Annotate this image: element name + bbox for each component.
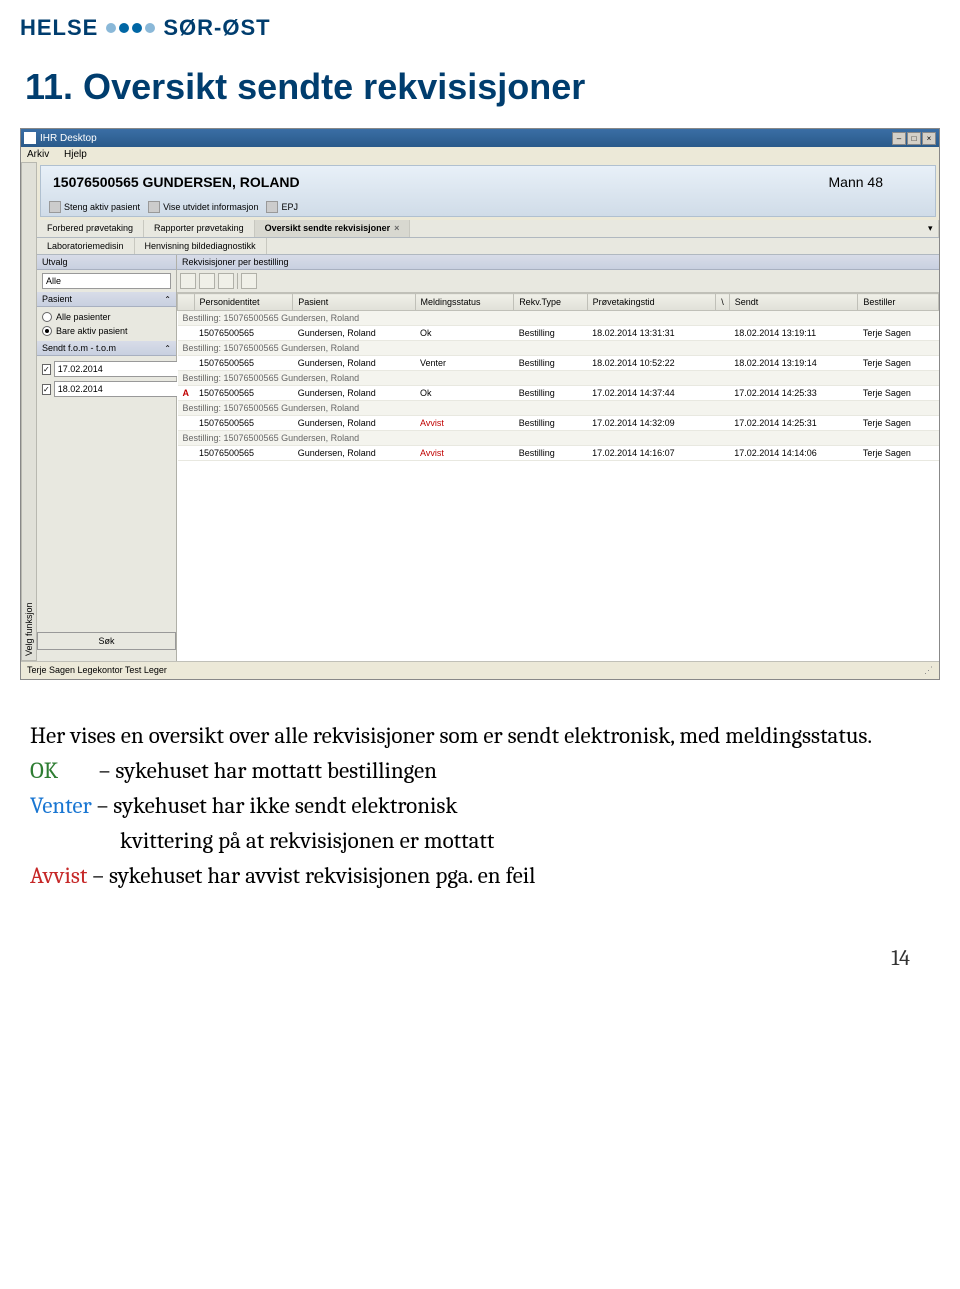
col-pasient[interactable]: Pasient (293, 294, 415, 311)
table-row[interactable]: 15076500565Gundersen, RolandAvvistBestil… (178, 446, 939, 461)
vis-utvidet-info-button[interactable]: Vise utvidet informasjon (148, 201, 258, 213)
sok-button[interactable]: Søk (37, 632, 176, 650)
logo-text-1: HELSE (20, 15, 98, 41)
pasient-header[interactable]: Pasient⌃ (37, 292, 176, 307)
alert-icon: A (178, 386, 195, 401)
minimize-button[interactable]: – (892, 132, 906, 145)
page-title: 11. Oversikt sendte rekvisisjoner (0, 51, 960, 128)
radio-icon (42, 326, 52, 336)
table-row[interactable]: A15076500565Gundersen, RolandOkBestillin… (178, 386, 939, 401)
table-group-row[interactable]: Bestilling: 15076500565 Gundersen, Rolan… (178, 401, 939, 416)
close-button[interactable]: × (922, 132, 936, 145)
body-venter-line2: kvittering på at rekvisisjonen er mottat… (30, 825, 930, 856)
patient-info: Mann 48 (829, 174, 923, 190)
tab-rapporter[interactable]: Rapporter prøvetaking (144, 220, 255, 237)
status-avvist-label: Avvist (30, 862, 87, 889)
col-sort-indicator[interactable]: \ (716, 294, 730, 311)
window-titlebar: IHR Desktop – □ × (21, 129, 939, 147)
table-area: Rekvisisjoner per bestilling Personident… (177, 255, 939, 661)
window-title: IHR Desktop (40, 133, 97, 144)
status-text: Terje Sagen Legekontor Test Leger (27, 665, 167, 676)
collapse-icon: ⌃ (164, 344, 171, 353)
undo-icon (49, 201, 61, 213)
menu-arkiv[interactable]: Arkiv (27, 149, 49, 160)
date-to-checkbox[interactable]: ✓ (42, 384, 51, 395)
col-meldingsstatus[interactable]: Meldingsstatus (415, 294, 514, 311)
table-row[interactable]: 15076500565Gundersen, RolandAvvistBestil… (178, 416, 939, 431)
tab-lab[interactable]: Laboratoriemedisin (37, 238, 135, 254)
col-provetakingstid[interactable]: Prøvetakingstid (587, 294, 716, 311)
sendt-header[interactable]: Sendt f.o.m - t.o.m⌃ (37, 341, 176, 356)
steng-aktiv-pasient-button[interactable]: Steng aktiv pasient (49, 201, 140, 213)
body-ok-line: OK – sykehuset har mottatt bestillingen (30, 755, 930, 786)
table-row[interactable]: 15076500565Gundersen, RolandVenterBestil… (178, 356, 939, 371)
expand-icon[interactable] (241, 273, 257, 289)
tab-henvisning[interactable]: Henvisning bildediagnostikk (135, 238, 267, 254)
menu-hjelp[interactable]: Hjelp (64, 149, 87, 160)
refresh-icon[interactable] (180, 273, 196, 289)
table-section-header: Rekvisisjoner per bestilling (177, 255, 939, 270)
date-to-input[interactable] (54, 381, 179, 397)
tab-oversikt[interactable]: Oversikt sendte rekvisisjoner× (255, 220, 411, 237)
utvalg-input[interactable] (42, 273, 171, 289)
table-group-row[interactable]: Bestilling: 15076500565 Gundersen, Rolan… (178, 311, 939, 326)
patient-header: 15076500565 GUNDERSEN, ROLAND Mann 48 (41, 166, 935, 198)
patient-id-name: 15076500565 GUNDERSEN, ROLAND (53, 174, 300, 190)
status-venter-label: Venter (30, 792, 92, 819)
table-toolbar (177, 270, 939, 293)
close-icon[interactable]: × (394, 223, 399, 233)
logo-text-2: SØR-ØST (163, 15, 270, 41)
app-icon (24, 132, 36, 144)
col-sendt[interactable]: Sendt (729, 294, 858, 311)
brand-logo: HELSE SØR-ØST (0, 0, 960, 51)
radio-bare-aktiv[interactable]: Bare aktiv pasient (42, 324, 171, 338)
filter-sidebar: Utvalg Pasient⌃ Alle pasienter Bare akti… (37, 255, 177, 661)
body-avvist-line: Avvist – sykehuset har avvist rekvisisjo… (30, 860, 930, 891)
radio-alle-pasienter[interactable]: Alle pasienter (42, 310, 171, 324)
date-from-checkbox[interactable]: ✓ (42, 364, 51, 375)
col-personid[interactable]: Personidentitet (194, 294, 293, 311)
app-window: IHR Desktop – □ × Arkiv Hjelp Velg funks… (20, 128, 940, 680)
table-group-row[interactable]: Bestilling: 15076500565 Gundersen, Rolan… (178, 341, 939, 356)
col-rekvtype[interactable]: Rekv.Type (514, 294, 587, 311)
body-text: Her vises en oversikt over alle rekvisis… (0, 680, 960, 915)
vertical-tab-velg-funksjon[interactable]: Velg funksjon (21, 162, 37, 661)
date-from-input[interactable] (54, 361, 179, 377)
table-header-row: Personidentitet Pasient Meldingsstatus R… (178, 294, 939, 311)
tab-row-1: Forbered prøvetaking Rapporter prøvetaki… (37, 220, 939, 238)
tab-forbered[interactable]: Forbered prøvetaking (37, 220, 144, 237)
view-icon[interactable] (218, 273, 234, 289)
utvalg-header: Utvalg (37, 255, 176, 270)
table-group-row[interactable]: Bestilling: 15076500565 Gundersen, Rolan… (178, 431, 939, 446)
tab-dropdown[interactable]: ▾ (918, 220, 939, 237)
epj-icon (266, 201, 278, 213)
tab-row-2: Laboratoriemedisin Henvisning bildediagn… (37, 238, 939, 255)
status-ok-label: OK (30, 757, 58, 784)
logo-dots-icon (106, 23, 155, 33)
col-bestiller[interactable]: Bestiller (858, 294, 939, 311)
body-venter-line: Venter – sykehuset har ikke sendt elektr… (30, 790, 930, 821)
collapse-icon: ⌃ (164, 295, 171, 304)
print-icon[interactable] (199, 273, 215, 289)
status-bar: Terje Sagen Legekontor Test Leger ⋰ (21, 661, 939, 679)
table-group-row[interactable]: Bestilling: 15076500565 Gundersen, Rolan… (178, 371, 939, 386)
body-intro: Her vises en oversikt over alle rekvisis… (30, 720, 930, 751)
menu-bar: Arkiv Hjelp (21, 147, 939, 162)
rekvisisjoner-table: Personidentitet Pasient Meldingsstatus R… (177, 293, 939, 461)
info-icon (148, 201, 160, 213)
epj-button[interactable]: EPJ (266, 201, 298, 213)
maximize-button[interactable]: □ (907, 132, 921, 145)
page-number: 14 (0, 915, 960, 991)
table-row[interactable]: 15076500565Gundersen, RolandOkBestilling… (178, 326, 939, 341)
patient-toolbar: Steng aktiv pasient Vise utvidet informa… (41, 198, 935, 216)
resize-grip-icon[interactable]: ⋰ (924, 665, 933, 676)
radio-icon (42, 312, 52, 322)
